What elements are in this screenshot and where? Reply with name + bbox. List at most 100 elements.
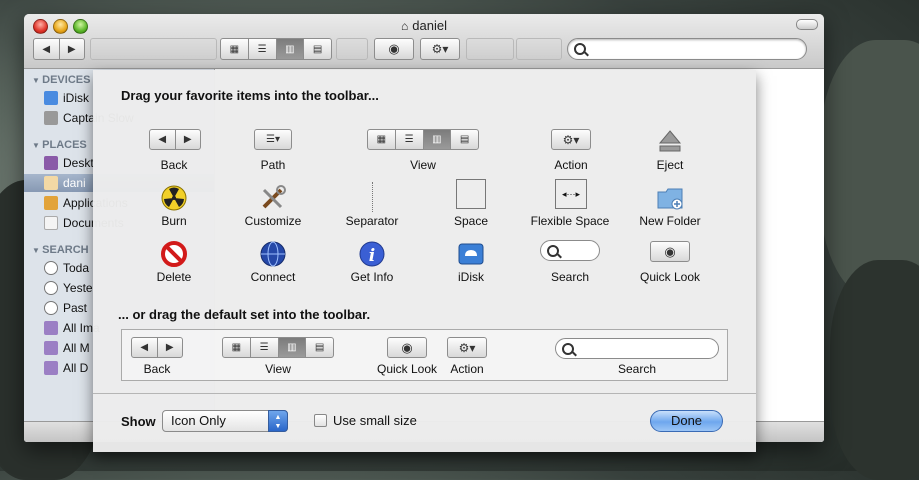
- palette-label: Get Info: [350, 270, 394, 284]
- palette-label: iDisk: [458, 270, 484, 284]
- search-field[interactable]: [567, 38, 807, 60]
- separator-icon: [372, 182, 373, 212]
- palette-label: Eject: [656, 158, 684, 172]
- toolbar-placeholder: [466, 38, 514, 60]
- palette-label: Search: [550, 270, 590, 284]
- clock-icon: [44, 261, 58, 275]
- path-control: ☰▾: [254, 129, 292, 150]
- quick-look-button[interactable]: ◉: [374, 38, 414, 60]
- action-control: ⚙▾: [447, 337, 487, 358]
- sidebar-section-search: SEARCH: [32, 244, 88, 256]
- back-forward-control: ◀ ▶: [131, 337, 183, 358]
- idisk-icon: [44, 91, 58, 105]
- default-label-quick-look: Quick Look: [376, 362, 438, 376]
- action-button[interactable]: ⚙▾: [420, 38, 460, 60]
- forward-arrow-icon[interactable]: ▶: [60, 39, 85, 59]
- back-arrow-icon: ◀: [132, 338, 158, 357]
- search-icon: [547, 245, 559, 257]
- back-arrow-icon: ◀: [150, 130, 176, 149]
- desktop-icon: [44, 156, 58, 170]
- quick-look-control: ◉: [387, 337, 427, 358]
- delete-icon: [161, 241, 187, 267]
- view-control[interactable]: ▦ ☰ ▥ ▤: [220, 38, 332, 60]
- new-folder-icon: [657, 188, 683, 210]
- applications-icon: [44, 196, 58, 210]
- palette-label: New Folder: [639, 214, 701, 228]
- background-rock: [830, 260, 919, 480]
- coverflow-view-icon: ▤: [314, 342, 325, 353]
- palette-label: Space: [453, 214, 489, 228]
- back-forward-control[interactable]: ◀ ▶: [33, 38, 85, 60]
- clock-icon: [44, 301, 58, 315]
- globe-icon: [260, 241, 286, 267]
- column-view-icon[interactable]: ▥: [276, 39, 305, 59]
- default-toolbar-set[interactable]: ◀ ▶ Back ▦ ☰ ▥ ▤ View ◉ Quick Look ⚙▾ Act…: [121, 329, 728, 381]
- view-control: ▦ ☰ ▥ ▤: [222, 337, 334, 358]
- palette-label: Delete: [156, 270, 192, 284]
- default-label-action: Action: [450, 362, 484, 376]
- default-label-search: Search: [617, 362, 657, 376]
- toolbar-placeholder: [336, 38, 368, 60]
- toolbar-placeholder: [516, 38, 562, 60]
- palette-label: Customize: [244, 214, 302, 228]
- idisk-icon: [458, 243, 484, 265]
- sidebar-section-places: PLACES: [32, 139, 87, 151]
- customize-toolbar-sheet: Drag your favorite items into the toolba…: [93, 70, 756, 452]
- list-view-icon: ☰: [251, 338, 279, 357]
- search-field-preview: [555, 338, 719, 359]
- smart-folder-icon: [44, 361, 58, 375]
- window-title: ⌂ daniel: [401, 18, 447, 33]
- flexible-space-icon: ◂···▸: [555, 179, 587, 209]
- eye-icon: ◉: [664, 243, 676, 259]
- icon-view-icon: ▦: [223, 338, 251, 357]
- list-view-icon[interactable]: ☰: [249, 39, 277, 59]
- palette-label: Burn: [161, 214, 187, 228]
- column-view-icon: ▥: [278, 338, 307, 357]
- show-popup[interactable]: Icon Only ▲ ▼: [162, 410, 288, 432]
- smart-folder-icon: [44, 321, 58, 335]
- search-icon: [562, 343, 574, 355]
- svg-text:i: i: [369, 246, 375, 266]
- column-view-icon: ▥: [423, 130, 452, 149]
- sidebar-section-devices: DEVICES: [32, 74, 90, 86]
- small-size-label[interactable]: Use small size: [333, 413, 417, 428]
- forward-arrow-icon: ▶: [165, 342, 174, 353]
- back-arrow-icon[interactable]: ◀: [34, 39, 60, 59]
- toolbar-toggle-button[interactable]: [796, 19, 818, 30]
- titlebar: ⌂ daniel ◀ ▶ ▦ ☰ ▥ ▤ ◉ ⚙▾: [24, 14, 824, 69]
- coverflow-view-icon: ▤: [459, 134, 470, 145]
- palette-label: Action: [554, 158, 588, 172]
- popup-arrows-icon: ▲ ▼: [268, 410, 288, 432]
- eye-icon: ◉: [388, 41, 400, 56]
- gear-icon: ⚙▾: [562, 132, 580, 147]
- eject-icon: [658, 130, 682, 152]
- done-button[interactable]: Done: [650, 410, 723, 432]
- palette-label: Connect: [250, 270, 296, 284]
- palette-label: Separator: [345, 214, 399, 228]
- palette-label: Path: [260, 158, 286, 172]
- sheet-title: Drag your favorite items into the toolba…: [121, 88, 379, 103]
- gear-icon: ⚙▾: [458, 340, 476, 355]
- quick-look-control: ◉: [650, 241, 690, 262]
- show-label: Show: [121, 414, 156, 429]
- divider: [93, 393, 756, 394]
- documents-icon: [44, 216, 58, 230]
- action-control: ⚙▾: [551, 129, 591, 150]
- eye-icon: ◉: [401, 339, 413, 355]
- palette-label: Quick Look: [639, 270, 701, 284]
- show-popup-value: Icon Only: [171, 413, 226, 428]
- home-icon: [44, 176, 58, 190]
- default-label-view: View: [265, 362, 291, 376]
- coverflow-view-icon[interactable]: ▤: [304, 39, 331, 59]
- search-icon: [574, 43, 586, 55]
- smart-folder-icon: [44, 341, 58, 355]
- search-field-preview: [540, 240, 600, 261]
- icon-view-icon[interactable]: ▦: [221, 39, 249, 59]
- toolbar-placeholder: [90, 38, 217, 60]
- view-control: ▦ ☰ ▥ ▤: [367, 129, 479, 150]
- palette-label: View: [410, 158, 436, 172]
- small-size-checkbox[interactable]: [314, 414, 327, 427]
- back-forward-control: ◀ ▶: [149, 129, 201, 150]
- space-icon: [456, 179, 486, 209]
- burn-icon: [161, 185, 187, 211]
